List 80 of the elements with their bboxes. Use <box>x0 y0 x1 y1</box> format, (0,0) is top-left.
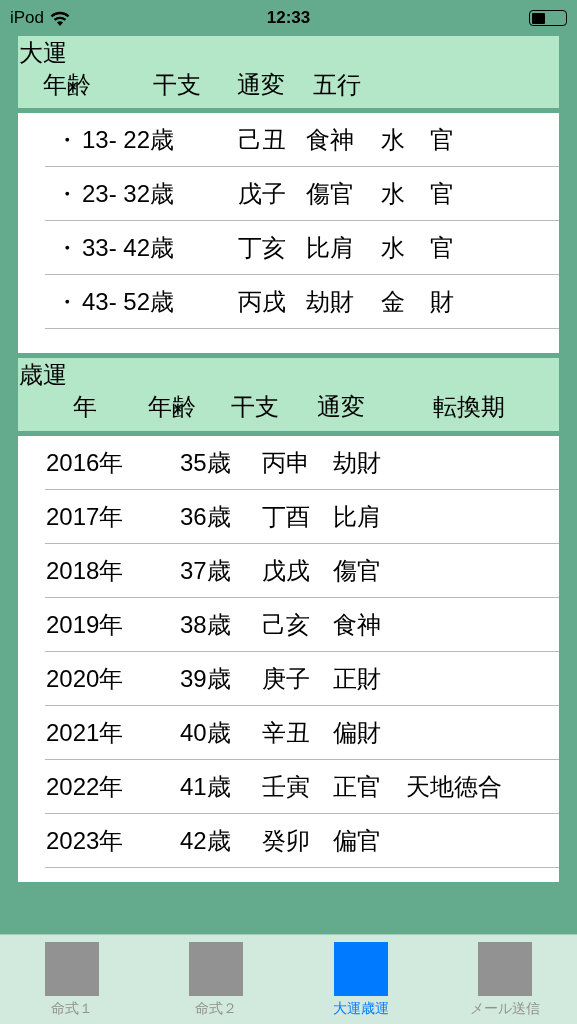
table-cell-text: 2016年 <box>46 447 124 478</box>
table-cell-text: 金 <box>381 286 405 317</box>
table-cell-text: 38歳 <box>180 609 231 640</box>
tab[interactable]: 大運歳運 <box>288 935 433 1024</box>
table-cell-text: 劫財 <box>306 286 354 317</box>
table-cell-text: 水 <box>381 178 405 209</box>
column-header: 干支 <box>153 70 201 101</box>
table-cell-text: 戊子 <box>238 178 286 209</box>
table-cell-text: 2022年 <box>46 771 124 802</box>
table-cell-text: 丙申 <box>262 447 310 478</box>
table-cell-text: 官 <box>430 124 454 155</box>
table-cell-text: 天地徳合 <box>406 771 502 802</box>
table-cell-text: 丁亥 <box>238 232 286 263</box>
table-cell-text: 水 <box>381 124 405 155</box>
table-cell-text: 正財 <box>333 663 381 694</box>
tab[interactable]: 命式１ <box>0 935 145 1024</box>
section-title: 歳運 <box>18 360 67 390</box>
table-cell-text: 比肩 <box>333 501 381 532</box>
table-cell-text: 35歳 <box>180 447 231 478</box>
table-cell-text: 庚子 <box>262 663 310 694</box>
status-time: 12:33 <box>265 8 312 28</box>
bullet: ・ <box>55 232 79 263</box>
table-cell-text: 2018年 <box>46 555 124 586</box>
table-cell-text: 42歳 <box>180 825 231 856</box>
table-cell-text: 比肩 <box>306 232 354 263</box>
table-cell-text: 財 <box>430 286 454 317</box>
table-cell-text: 43- 52歳 <box>82 286 175 317</box>
column-header: 年齢 <box>148 392 196 423</box>
table-cell-text: 37歳 <box>180 555 231 586</box>
table-cell-text: 丁酉 <box>262 501 310 532</box>
table-cell-text: 39歳 <box>180 663 231 694</box>
column-header: 干支 <box>231 392 279 423</box>
tab[interactable]: メール送信 <box>432 935 577 1024</box>
table-cell-text: 傷官 <box>333 555 381 586</box>
bullet: ・ <box>55 124 79 155</box>
table-cell-text: 食神 <box>333 609 381 640</box>
table-cell-text: 傷官 <box>306 178 354 209</box>
table-cell-text: 劫財 <box>333 447 381 478</box>
table-cell-text: 13- 22歳 <box>82 124 175 155</box>
table-cell-text: 辛丑 <box>262 717 310 748</box>
table-cell-text: 己亥 <box>262 609 310 640</box>
table-cell-text: 食神 <box>306 124 354 155</box>
table-cell-text: 2017年 <box>46 501 124 532</box>
column-header: 転換期 <box>433 392 505 423</box>
section-title: 大運 <box>18 38 67 68</box>
tab-icon <box>477 942 532 996</box>
table-cell-text: 正官 <box>333 771 381 802</box>
table-cell-text: 壬寅 <box>262 771 310 802</box>
table-cell-text: 己丑 <box>238 124 286 155</box>
table-cell-text: 40歳 <box>180 717 231 748</box>
bullet: ・ <box>55 286 79 317</box>
table-cell-text: 官 <box>430 178 454 209</box>
table-cell-text: 丙戌 <box>238 286 286 317</box>
tab-icon <box>333 942 388 996</box>
battery-icon <box>529 10 567 26</box>
column-header: 五行 <box>313 70 361 101</box>
wifi-icon <box>50 10 71 26</box>
column-header: 年齢 <box>43 70 91 101</box>
carrier-name: iPod <box>10 8 45 28</box>
column-header: 年 <box>73 392 97 423</box>
table-cell-text: 偏財 <box>333 717 381 748</box>
table-cell-text: 2019年 <box>46 609 124 640</box>
table-cell-text: 官 <box>430 232 454 263</box>
table-cell-text: 41歳 <box>180 771 231 802</box>
table-cell-text: 36歳 <box>180 501 231 532</box>
column-header: 通変 <box>317 392 365 423</box>
column-header: 通変 <box>237 70 285 101</box>
table-cell-text: 23- 32歳 <box>82 178 175 209</box>
table-cell-text: 癸卯 <box>262 825 310 856</box>
table-cell-text: 33- 42歳 <box>82 232 175 263</box>
bullet: ・ <box>55 178 79 209</box>
tab-icon <box>45 942 100 996</box>
tab-icon <box>189 942 244 996</box>
table-cell-text: 戊戌 <box>262 555 310 586</box>
tab[interactable]: 命式２ <box>144 935 289 1024</box>
table-cell-text: 水 <box>381 232 405 263</box>
table-cell-text: 2021年 <box>46 717 124 748</box>
table-cell-text: 2020年 <box>46 663 124 694</box>
table-cell-text: 偏官 <box>333 825 381 856</box>
table-cell-text: 2023年 <box>46 825 124 856</box>
